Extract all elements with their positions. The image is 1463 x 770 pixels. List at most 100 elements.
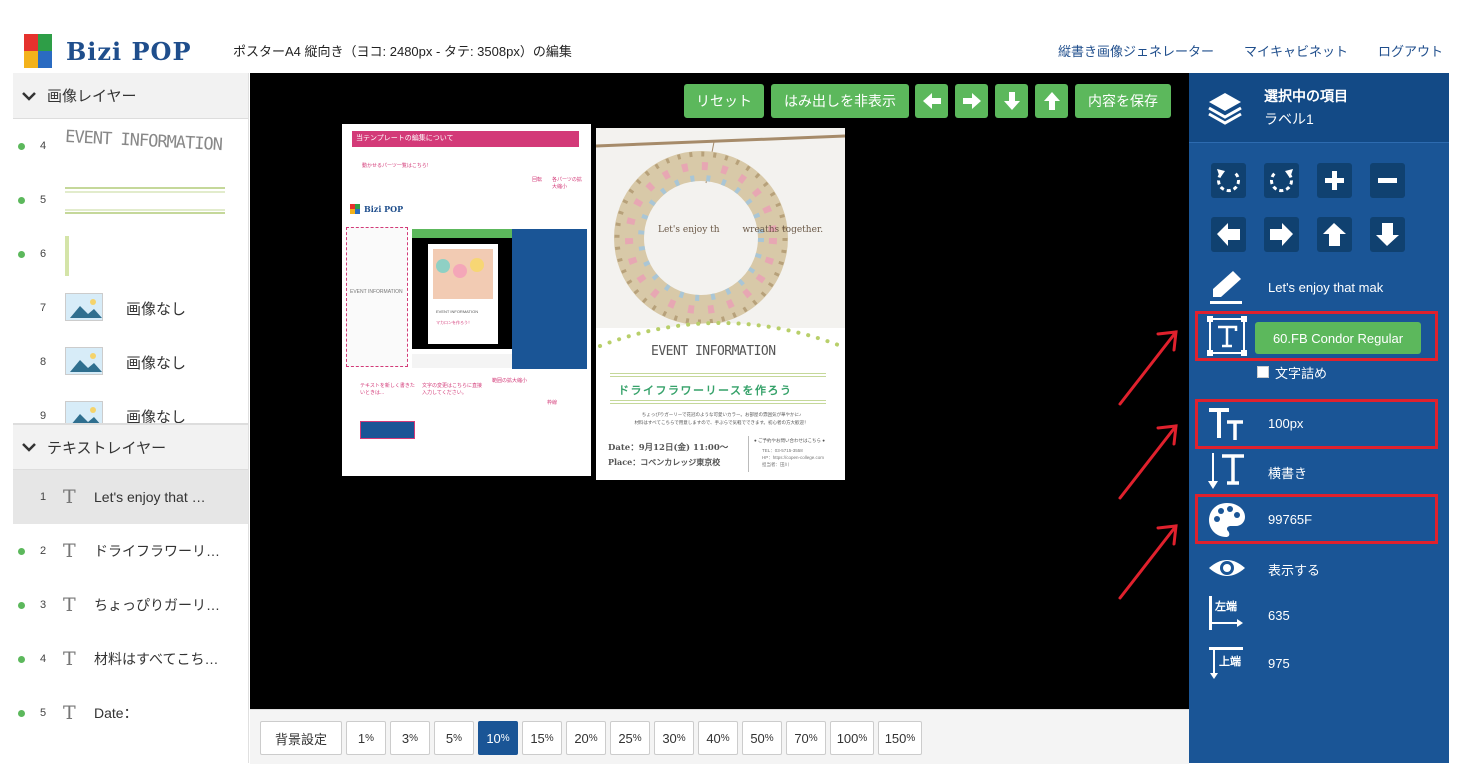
text-layer-row[interactable]: 2 T ドライフラワーリ… [13,524,248,578]
rotate-left-button[interactable] [1211,163,1246,198]
dotted-arch [596,321,845,348]
zoom-50-button[interactable]: 50% [742,721,782,755]
scale-down-button[interactable] [1370,163,1405,198]
arrow-up-icon [1043,92,1060,110]
image-layer-row[interactable]: 5 [13,173,248,227]
nudge-right-button[interactable] [1264,217,1299,252]
text-layer-row[interactable]: 5 T Date： [13,686,248,740]
zoom-30-button[interactable]: 30% [654,721,694,755]
instruction-note: 回転 [532,177,543,183]
image-layer-section-title: 画像レイヤー [47,88,137,105]
text-layer-label: ドライフラワーリ… [94,543,220,559]
poster-body-line: 材料はすべてこちらで用意しますので、手ぶらで気軽でできます。初心者の方大歓迎！ [634,420,809,425]
toggle-overflow-button[interactable]: はみ出しを非表示 [771,84,909,118]
zoom-5-button[interactable]: 5% [434,721,474,755]
text-content-value[interactable]: Let's enjoy that mak [1268,280,1383,295]
orientation-value[interactable]: 横書き [1268,463,1307,482]
double-line-thumbnail [65,185,225,215]
plus-icon [1325,171,1344,190]
visibility-value[interactable]: 表示する [1268,560,1320,579]
layer-number: 4 [40,653,47,665]
zoom-value: 150 [884,730,907,746]
layer-number: 4 [40,140,47,152]
nav-my-cabinet-link[interactable]: マイキャビネット [1244,41,1348,60]
layer-number: 6 [40,248,47,260]
arrow-left-icon [1217,223,1240,246]
image-layer-row[interactable]: 9 画像なし [13,389,248,423]
top-position-value[interactable]: 975 [1268,656,1290,671]
text-layer-label: Date： [94,705,138,721]
event-information-heading: EVENT INFORMATION [651,344,776,359]
zoom-150-button[interactable]: 150% [878,721,922,755]
nudge-left-button[interactable] [1211,217,1246,252]
zoom-unit: % [453,732,463,744]
zoom-unit: % [409,732,419,744]
zoom-value: 10 [486,730,501,746]
text-layer-label: 材料はすべてこち… [94,651,219,667]
text-layer-row[interactable]: 3 T ちょっぴりガーリ… [13,578,248,632]
layer-number: 1 [40,491,47,503]
zoom-20-button[interactable]: 20% [566,721,606,755]
move-right-button[interactable] [955,84,988,118]
zoom-3-button[interactable]: 3% [390,721,430,755]
arrow-down-icon [1003,92,1020,110]
arrow-right-icon [1270,223,1293,246]
scale-up-button[interactable] [1317,163,1352,198]
move-down-button[interactable] [995,84,1028,118]
zoom-unit: % [808,732,818,744]
zoom-unit: % [906,732,916,744]
zoom-70-button[interactable]: 70% [786,721,826,755]
zoom-25-button[interactable]: 25% [610,721,650,755]
text-layer-section-header[interactable]: テキストレイヤー [13,424,248,470]
eye-icon [1209,560,1245,576]
move-up-button[interactable] [1035,84,1068,118]
zoom-value: 40 [706,730,721,746]
editor-canvas[interactable]: リセット はみ出しを非表示 内容を保存 当テンプレートの編集について 動かせるパ… [250,73,1189,709]
zoom-15-button[interactable]: 15% [522,721,562,755]
image-layer-section-header[interactable]: 画像レイヤー [13,73,248,119]
zoom-100-button[interactable]: 100% [830,721,874,755]
nav-vertical-generator-link[interactable]: 縦書き画像ジェネレーター [1058,41,1214,60]
zoom-unit: % [720,732,730,744]
move-left-button[interactable] [915,84,948,118]
background-settings-button[interactable]: 背景設定 [260,721,342,755]
poster-place: Place：コペンカレッジ東京校 [608,457,721,467]
layer-number: 2 [40,545,47,557]
left-position-value[interactable]: 635 [1268,608,1290,623]
wreath-poster[interactable]: Let's enjoy th wreaths together. EVENT I… [596,128,845,480]
nudge-up-button[interactable] [1317,217,1352,252]
rotate-ccw-icon [1217,169,1240,193]
rotate-cw-icon [1270,169,1293,193]
text-layer-label: Let's enjoy that … [94,489,206,505]
mini-poster-event-text: EVENT INFORMATION [436,309,479,314]
zoom-40-button[interactable]: 40% [698,721,738,755]
property-panel: 選択中の項目 ラベル1 Let's enjoy that mak 60.FB C… [1189,73,1449,763]
text-icon: T [63,702,76,724]
mini-logo-text: Bizi POP [364,204,404,214]
zoom-bar: 背景設定 1% 3% 5% 10% 15% 20% 25% 30% 40% 50… [250,709,1189,764]
rotate-right-button[interactable] [1264,163,1299,198]
text-layer-label: ちょっぴりガーリ… [94,597,220,613]
zoom-10-button[interactable]: 10% [478,721,518,755]
instruction-note: 動かせるパーツ一覧はこちら! [362,163,429,169]
highlight-box [1195,311,1438,361]
logo-icon [24,34,52,68]
image-layer-row[interactable]: 8 画像なし [13,335,248,389]
layers-icon [1208,93,1242,125]
logo-text[interactable]: Bizi POP [66,37,192,66]
image-layer-row[interactable]: 4 EVENT INFORMATION [13,119,248,173]
save-button[interactable]: 内容を保存 [1075,84,1171,118]
text-layer-row[interactable]: 4 T 材料はすべてこち… [13,632,248,686]
kerning-checkbox[interactable] [1257,366,1269,378]
reset-button[interactable]: リセット [684,84,764,118]
image-layer-row[interactable]: 6 [13,227,248,281]
instruction-poster[interactable]: 当テンプレートの編集について 動かせるパーツ一覧はこちら! 回転 各パーツの拡大… [342,124,591,476]
nav-logout-link[interactable]: ログアウト [1378,41,1443,60]
image-layer-row[interactable]: 7 画像なし [13,281,248,335]
zoom-1-button[interactable]: 1% [346,721,386,755]
zoom-value: 15 [530,730,545,746]
zoom-value: 70 [794,730,809,746]
nudge-down-button[interactable] [1370,217,1405,252]
poster-main-title: ドライフラワーリースを作ろう [618,385,793,397]
text-layer-row[interactable]: 1 T Let's enjoy that … [13,470,248,524]
